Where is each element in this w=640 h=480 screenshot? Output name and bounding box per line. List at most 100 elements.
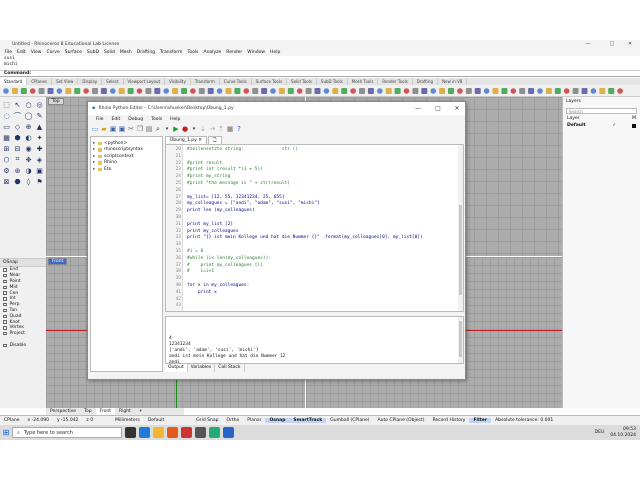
status-toggle[interactable]: Grid Snap [192,418,222,423]
toolbar-tab[interactable]: Visibility [165,78,191,85]
left-tool-icon[interactable]: ⊞ [2,144,11,153]
toolbar-icon[interactable] [572,88,579,94]
viewport-label-top[interactable]: Top [48,98,64,105]
toolbar-icon[interactable] [394,88,401,94]
toolbar-icon[interactable] [492,88,499,94]
osnap-checkbox[interactable] [3,302,7,307]
status-toggle[interactable]: Filter [469,418,492,423]
status-toggle[interactable]: SmartTrack [289,418,327,423]
toolbar-icon[interactable] [439,88,446,94]
status-toggle[interactable]: Planar [243,418,265,423]
current-layer-check-icon[interactable]: ✓ [612,123,616,128]
close-button[interactable]: ✕ [620,40,640,49]
toolbar-icon[interactable] [190,88,196,94]
editor-menu-tools[interactable]: Tools [147,117,166,122]
left-tool-icon[interactable]: ◇ [13,122,22,131]
language-indicator[interactable]: DEU [595,430,605,435]
toolbar-icon[interactable] [430,88,437,94]
status-toggle[interactable]: Osnap [265,418,290,423]
editor-menu-edit[interactable]: Edit [108,117,125,122]
toolbar-icon[interactable] [270,88,276,94]
toolbar-tab[interactable]: CPlanes [27,78,53,85]
left-tool-icon[interactable]: ⚙ [2,166,11,175]
viewport-label-front[interactable]: Front [48,258,68,265]
toolbar-icon[interactable] [519,88,526,94]
menu-item-edit[interactable]: Edit [15,50,29,55]
left-tool-icon[interactable]: ◯ [24,111,33,120]
toolbar-icon[interactable] [385,88,392,94]
toolbar-icon[interactable] [287,88,294,94]
osnap-checkbox[interactable] [3,331,7,336]
menu-item-analyze[interactable]: Analyze [201,50,224,55]
toolbar-icon[interactable] [110,88,116,94]
status-layer[interactable]: Default [144,418,168,423]
left-tool-icon[interactable]: ▦ [2,133,11,142]
osnap-checkbox[interactable] [3,326,7,330]
toolbar-icon[interactable] [181,88,187,94]
toolbar-icon[interactable] [483,88,490,94]
tree-node[interactable]: ▸ Eto [93,166,160,173]
find-icon[interactable]: ⌕ [154,125,162,133]
save-icon[interactable]: ▣ [109,125,117,133]
left-tool-icon[interactable]: ⊟ [13,144,22,153]
minimize-button[interactable]: — [578,40,598,49]
left-tool-icon[interactable]: ⚑ [35,177,44,186]
editor-menu-file[interactable]: File [92,117,108,122]
toolbar-icon[interactable] [11,88,18,94]
toolbar-icon[interactable] [590,88,597,94]
menu-item-subd[interactable]: SubD [84,50,101,55]
new-tab-icon[interactable]: 🗋 [207,136,222,144]
task-view-icon[interactable] [125,427,136,438]
layer-search-input[interactable]: Search [566,108,637,114]
debug-icon[interactable]: ● [181,125,189,133]
menu-item-file[interactable]: File [2,50,15,55]
toolbar-tab[interactable]: Standard [0,78,28,85]
viewport-tab[interactable]: Right [115,408,135,415]
left-tool-icon[interactable]: ✦ [35,133,44,142]
left-tool-icon[interactable]: ◊ [24,177,33,186]
left-tool-icon[interactable]: ◉ [24,144,33,153]
toolbar-tab[interactable]: Render Tools [378,78,413,85]
toolbar-icon[interactable] [554,88,561,94]
debug-dropdown-icon[interactable]: ▾ [190,125,198,133]
run-icon[interactable]: ▶ [172,125,180,133]
taskbar-search-input[interactable]: ⌕ Type here to search [12,427,122,438]
toolbar-icon[interactable] [38,88,45,94]
toolbar-icon[interactable] [296,88,303,94]
output-tab[interactable]: Output [165,364,188,372]
windows-start-icon[interactable]: ⊞ [0,428,12,437]
step-out-icon[interactable]: ⇡ [217,125,225,133]
left-tool-icon[interactable]: ◌ [2,111,11,120]
app-icon[interactable] [195,427,206,438]
menu-item-window[interactable]: Window [245,50,268,55]
left-tool-icon[interactable]: ⬚ [2,100,11,109]
osnap-checkbox[interactable] [3,297,7,301]
toolbar-icon[interactable] [207,88,214,94]
app-icon[interactable] [209,427,220,438]
toolbar-icon[interactable] [421,88,428,94]
layer-color-swatch[interactable] [632,123,636,128]
toolbar-icon[interactable] [83,88,89,94]
layer-row-default[interactable]: Default ✓ [563,123,640,128]
toolbar-tab[interactable]: Surface Tools [252,78,288,85]
osnap-checkbox[interactable] [3,285,7,290]
toolbar-icon[interactable] [56,88,63,94]
toolbar-icon[interactable] [599,88,606,94]
toolbar-icon[interactable] [65,88,72,94]
left-tool-icon[interactable]: ⬡ [2,155,11,164]
editor-menu-debug[interactable]: Debug [124,117,147,122]
left-tool-icon[interactable]: ⌗ [13,155,22,164]
toolbar-icon[interactable] [252,88,259,94]
left-tool-icon[interactable]: ↖ [13,100,22,109]
maximize-button[interactable]: □ [602,40,622,49]
file-explorer-icon[interactable] [153,427,164,438]
toolbar-icon[interactable] [501,88,508,94]
toolbar-icon[interactable] [350,88,356,94]
save-all-icon[interactable]: ▣ [118,125,126,133]
step-over-icon[interactable]: ⇢ [208,125,216,133]
toolbar-icon[interactable] [74,88,81,94]
code-editor[interactable]: 20 #zeilensetzte string: str () 21 22 #print… [165,144,464,312]
viewport-tab[interactable]: Front [95,408,116,415]
left-tool-icon[interactable]: ◎ [35,100,44,109]
osnap-checkbox[interactable] [3,308,7,313]
